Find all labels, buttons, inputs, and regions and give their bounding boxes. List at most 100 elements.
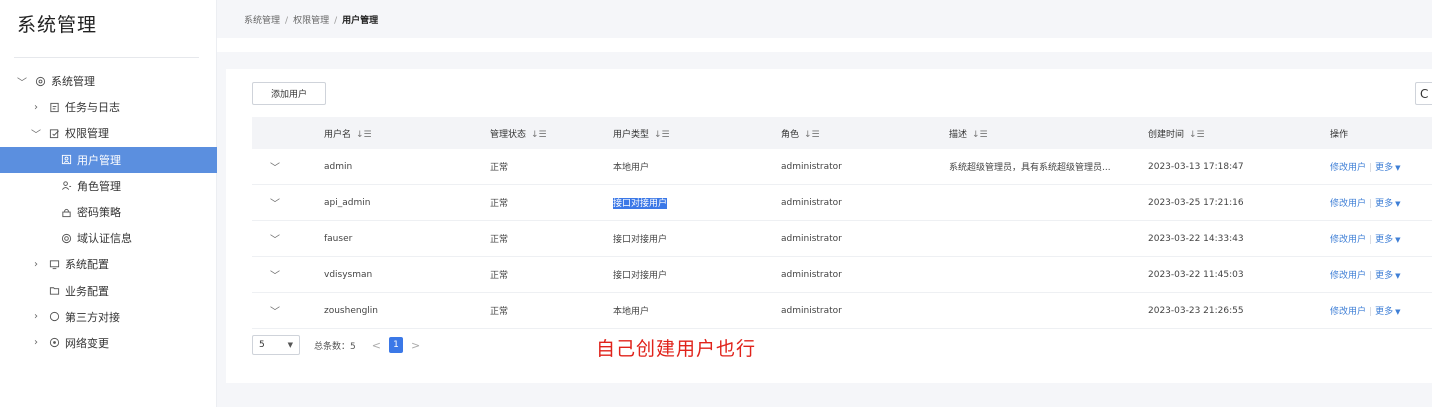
cell-user-type: 本地用户 <box>613 163 650 173</box>
document-icon <box>48 101 60 113</box>
caret-down-icon[interactable]: ▼ <box>1395 164 1400 172</box>
cell-username: admin <box>324 161 353 172</box>
sidebar-item-password-policy[interactable]: 密码策略 <box>0 199 217 225</box>
cell-user-type: 接口对接用户 <box>613 235 668 245</box>
column-header-state[interactable]: 管理状态 ↓☰ <box>490 127 613 140</box>
cell-username: vdisysman <box>324 269 373 280</box>
sidebar-item-role-management[interactable]: 角色管理 <box>0 173 217 199</box>
table-row: ﹀ vdisysman 正常 接口对接用户 administrator 2023… <box>252 257 1432 293</box>
cell-state: 正常 <box>490 307 509 317</box>
caret-down-icon[interactable]: ▼ <box>1395 308 1400 316</box>
monitor-icon <box>48 258 60 270</box>
breadcrumb-current: 用户管理 <box>342 16 379 26</box>
caret-down-icon[interactable]: ▼ <box>1395 200 1400 208</box>
add-user-button[interactable]: 添加用户 <box>252 82 326 105</box>
sidebar-item-label: 业务配置 <box>65 284 109 298</box>
cell-actions: 修改用户 | 更多 ▼ <box>1330 160 1432 173</box>
sort-icon[interactable]: ↓☰ <box>356 130 372 140</box>
edit-user-link[interactable]: 修改用户 <box>1330 235 1366 245</box>
sidebar-item-label: 系统配置 <box>65 258 109 272</box>
sort-icon[interactable]: ↓☰ <box>654 130 670 140</box>
annotation-note: 自己创建用户也行 <box>596 338 757 360</box>
expand-row-icon[interactable]: ﹀ <box>252 159 324 174</box>
selected-text: 接口对接用户 <box>613 198 668 209</box>
role-icon <box>60 180 72 192</box>
expand-row-icon[interactable]: ﹀ <box>252 267 324 282</box>
sidebar-item-domain-auth[interactable]: 域认证信息 <box>0 225 217 251</box>
sort-icon[interactable]: ↓☰ <box>531 130 547 140</box>
cell-role: administrator <box>781 269 842 280</box>
sidebar-nav: ﹀ 系统管理 › 任务与日志 ﹀ 权限管理 用户管理 角色管理 密码策略 域认证… <box>0 68 217 356</box>
edit-user-link[interactable]: 修改用户 <box>1330 199 1366 209</box>
edit-user-link[interactable]: 修改用户 <box>1330 163 1366 173</box>
page-number-current[interactable]: 1 <box>388 337 403 353</box>
edit-user-link[interactable]: 修改用户 <box>1330 271 1366 281</box>
caret-down-icon[interactable]: ▼ <box>1395 236 1400 244</box>
pagination: 5 ▼ 总条数：5 < 1 > <box>252 335 420 355</box>
divider: | <box>1369 235 1373 245</box>
cell-user-type: 接口对接用户 <box>613 196 781 209</box>
expand-row-icon[interactable]: ﹀ <box>252 303 324 318</box>
sidebar-item-label: 域认证信息 <box>77 232 132 246</box>
caret-down-icon[interactable]: ▼ <box>1395 272 1400 280</box>
sidebar-item-label: 第三方对接 <box>65 310 120 324</box>
more-menu-link[interactable]: 更多 <box>1375 163 1393 173</box>
domain-icon <box>60 232 72 244</box>
sidebar-item-system-management[interactable]: ﹀ 系统管理 <box>0 68 217 94</box>
edit-user-link[interactable]: 修改用户 <box>1330 307 1366 317</box>
column-header-actions: 操作 <box>1330 129 1349 140</box>
sidebar-item-tasks-logs[interactable]: › 任务与日志 <box>0 94 217 120</box>
expand-row-icon[interactable]: ﹀ <box>252 195 324 210</box>
refresh-button[interactable]: C <box>1415 82 1432 105</box>
expand-row-icon[interactable]: ﹀ <box>252 231 324 246</box>
cell-created-time: 2023-03-25 17:21:16 <box>1148 197 1244 208</box>
more-menu-link[interactable]: 更多 <box>1375 307 1393 317</box>
breadcrumb: 系统管理 / 权限管理 / 用户管理 <box>244 13 378 26</box>
sort-icon[interactable]: ↓☰ <box>804 130 820 140</box>
table-row: ﹀ api_admin 正常 接口对接用户 administrator 2023… <box>252 185 1432 221</box>
sidebar-item-permission-management[interactable]: ﹀ 权限管理 <box>0 120 217 146</box>
cell-role: administrator <box>781 197 842 208</box>
more-menu-link[interactable]: 更多 <box>1375 235 1393 245</box>
sidebar: 系统管理 ﹀ 系统管理 › 任务与日志 ﹀ 权限管理 用户管理 角色管理 密码策… <box>0 0 217 407</box>
sidebar-item-system-config[interactable]: › 系统配置 <box>0 251 217 277</box>
divider: | <box>1369 163 1373 173</box>
sort-icon[interactable]: ↓☰ <box>972 130 988 140</box>
column-header-description[interactable]: 描述 ↓☰ <box>949 127 1148 140</box>
circle-icon <box>48 311 60 323</box>
table-row: ﹀ admin 正常 本地用户 administrator 系统超级管理员，具有… <box>252 149 1432 185</box>
sidebar-item-label: 密码策略 <box>77 206 121 220</box>
column-header-user-type[interactable]: 用户类型 ↓☰ <box>613 127 781 140</box>
cell-user-type: 本地用户 <box>613 307 650 317</box>
sidebar-item-network-change[interactable]: › 网络变更 <box>0 330 217 356</box>
divider: | <box>1369 199 1373 209</box>
main-panel: 添加用户 C 用户名 ↓☰ 管理状态 ↓☰ 用户类型 ↓☰ 角色 ↓☰ 描述 ↓☰ 创建时… <box>226 69 1432 383</box>
column-header-created-time[interactable]: 创建时间 ↓☰ <box>1148 127 1330 140</box>
lock-icon <box>60 206 72 218</box>
cell-username: fauser <box>324 233 353 244</box>
prev-page-button[interactable]: < <box>372 339 381 352</box>
user-card-icon <box>60 154 72 166</box>
chevron-down-icon: ﹀ <box>31 129 41 141</box>
sort-icon[interactable]: ↓☰ <box>1189 130 1205 140</box>
network-icon <box>48 337 60 349</box>
more-menu-link[interactable]: 更多 <box>1375 199 1393 209</box>
sidebar-item-third-party[interactable]: › 第三方对接 <box>0 304 217 330</box>
breadcrumb-separator: / <box>334 16 338 26</box>
column-header-username[interactable]: 用户名 ↓☰ <box>324 127 490 140</box>
more-menu-link[interactable]: 更多 <box>1375 271 1393 281</box>
cell-state: 正常 <box>490 199 509 209</box>
user-table: 用户名 ↓☰ 管理状态 ↓☰ 用户类型 ↓☰ 角色 ↓☰ 描述 ↓☰ 创建时间 ↓☰ 操作 … <box>252 117 1432 329</box>
page-size-select[interactable]: 5 ▼ <box>252 335 300 355</box>
breadcrumb-item[interactable]: 权限管理 <box>293 16 329 26</box>
sidebar-item-business-config[interactable]: 业务配置 <box>0 278 217 304</box>
breadcrumb-item[interactable]: 系统管理 <box>244 16 280 26</box>
next-page-button[interactable]: > <box>411 339 420 352</box>
column-header-role[interactable]: 角色 ↓☰ <box>781 127 949 140</box>
cell-actions: 修改用户 | 更多 ▼ <box>1330 268 1432 281</box>
chevron-down-icon: ﹀ <box>17 77 27 89</box>
cell-state: 正常 <box>490 235 509 245</box>
chevron-right-icon: › <box>34 337 38 349</box>
chevron-right-icon: › <box>34 101 38 113</box>
sidebar-item-user-management[interactable]: 用户管理 <box>0 146 217 173</box>
